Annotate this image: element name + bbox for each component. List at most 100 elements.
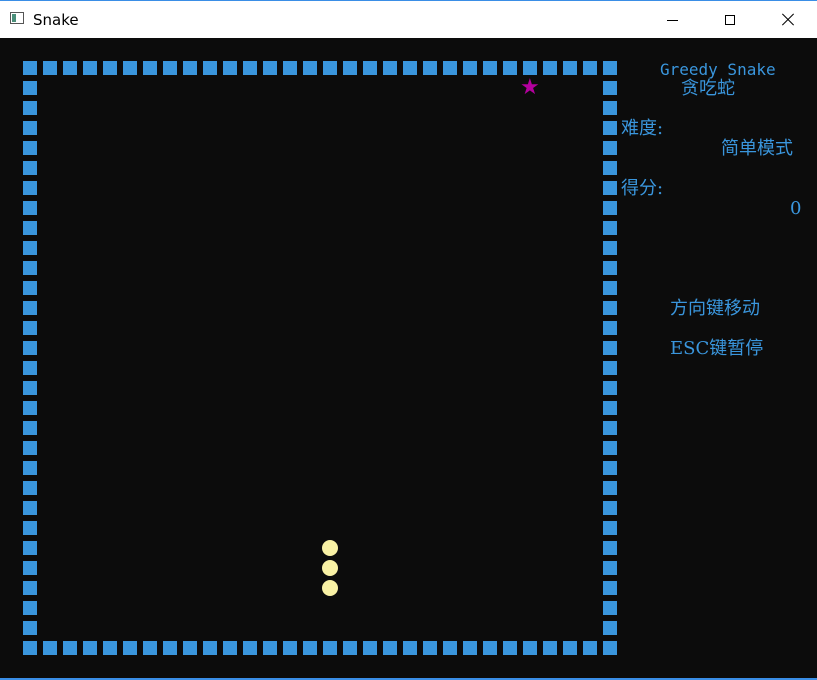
wall-block [603, 581, 617, 595]
wall-block [603, 461, 617, 475]
console-app-icon [10, 12, 24, 24]
wall-block [23, 221, 37, 235]
wall-block [463, 61, 477, 75]
wall-block [403, 641, 417, 655]
wall-block [23, 521, 37, 535]
food-star-icon: ★ [520, 75, 540, 100]
wall-block [463, 641, 477, 655]
wall-block [603, 301, 617, 315]
wall-block [483, 641, 497, 655]
wall-block [303, 61, 317, 75]
wall-block [183, 641, 197, 655]
wall-block [603, 81, 617, 95]
wall-block [263, 641, 277, 655]
wall-block [43, 61, 57, 75]
window-title: Snake [33, 11, 79, 29]
score-value: 0 [790, 198, 802, 219]
wall-block [23, 321, 37, 335]
wall-block [123, 61, 137, 75]
wall-block [23, 61, 37, 75]
wall-block [263, 61, 277, 75]
wall-block [63, 641, 77, 655]
hint-move: 方向键移动 [670, 298, 760, 319]
wall-block [603, 421, 617, 435]
wall-block [23, 101, 37, 115]
wall-block [423, 61, 437, 75]
wall-block [203, 641, 217, 655]
wall-block [23, 461, 37, 475]
wall-block [363, 641, 377, 655]
wall-block [223, 61, 237, 75]
wall-block [23, 281, 37, 295]
wall-block [23, 501, 37, 515]
wall-block [563, 641, 577, 655]
wall-block [603, 481, 617, 495]
wall-block [283, 641, 297, 655]
wall-block [603, 621, 617, 635]
wall-block [603, 161, 617, 175]
wall-block [523, 641, 537, 655]
wall-block [163, 641, 177, 655]
wall-block [603, 141, 617, 155]
title-bar[interactable]: Snake [0, 0, 817, 38]
game-window: Snake ★ Greedy Snake 贪吃蛇 难度: 简单模式 得分: 0 … [0, 0, 817, 680]
wall-block [303, 641, 317, 655]
wall-block [343, 641, 357, 655]
wall-block [83, 641, 97, 655]
wall-block [23, 581, 37, 595]
wall-block [203, 61, 217, 75]
wall-block [603, 101, 617, 115]
wall-block [603, 121, 617, 135]
wall-block [23, 301, 37, 315]
close-button[interactable] [759, 1, 817, 39]
wall-block [483, 61, 497, 75]
wall-block [23, 261, 37, 275]
wall-block [603, 221, 617, 235]
wall-block [583, 641, 597, 655]
wall-block [343, 61, 357, 75]
wall-block [123, 641, 137, 655]
game-title-en: Greedy Snake [660, 60, 776, 79]
wall-block [23, 201, 37, 215]
wall-block [323, 641, 337, 655]
wall-block [603, 541, 617, 555]
wall-block [543, 641, 557, 655]
wall-block [603, 561, 617, 575]
close-icon [781, 13, 795, 27]
wall-block [383, 61, 397, 75]
wall-block [523, 61, 537, 75]
wall-block [603, 261, 617, 275]
wall-block [443, 61, 457, 75]
wall-block [603, 181, 617, 195]
maximize-icon [725, 15, 735, 25]
wall-block [23, 541, 37, 555]
wall-block [23, 361, 37, 375]
maximize-button[interactable] [701, 1, 759, 39]
wall-block [603, 361, 617, 375]
wall-block [243, 641, 257, 655]
minimize-button[interactable] [643, 1, 701, 39]
wall-block [603, 281, 617, 295]
wall-block [423, 641, 437, 655]
wall-block [603, 341, 617, 355]
snake-body-segment [322, 560, 338, 576]
wall-block [143, 641, 157, 655]
wall-block [243, 61, 257, 75]
wall-block [443, 641, 457, 655]
wall-block [163, 61, 177, 75]
wall-block [403, 61, 417, 75]
wall-block [83, 61, 97, 75]
wall-block [23, 241, 37, 255]
wall-block [23, 421, 37, 435]
wall-block [283, 61, 297, 75]
difficulty-label: 难度: [621, 118, 664, 139]
wall-block [363, 61, 377, 75]
wall-block [23, 441, 37, 455]
snake-body-segment [322, 580, 338, 596]
wall-block [383, 641, 397, 655]
wall-block [183, 61, 197, 75]
wall-block [63, 61, 77, 75]
wall-block [603, 441, 617, 455]
wall-block [23, 181, 37, 195]
wall-block [583, 61, 597, 75]
